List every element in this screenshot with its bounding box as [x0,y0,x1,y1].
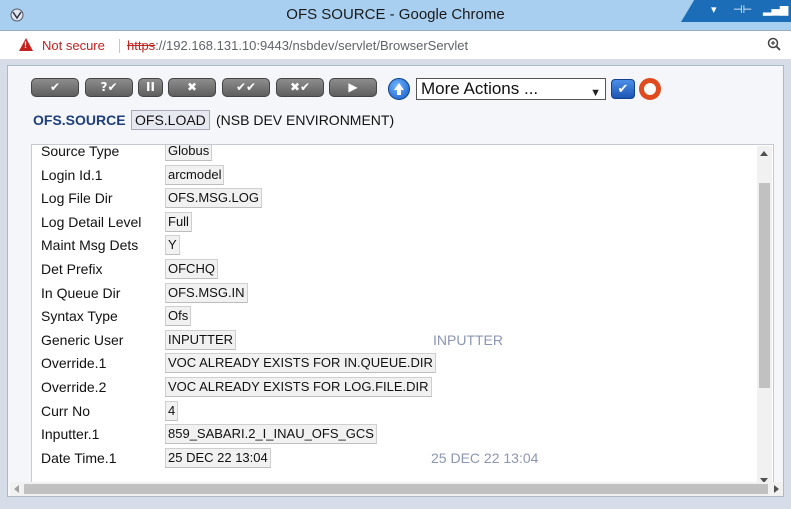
url-scheme: https [127,38,156,53]
system-tray: ▾ ⊣⊢ ▂▄▆ [681,0,791,22]
scroll-right-icon[interactable] [774,485,779,493]
field-value[interactable]: 4 [165,400,179,421]
field-value[interactable]: INPUTTER [165,329,236,350]
field-enrichment: INPUTTER [433,331,503,348]
help-lifebuoy-icon[interactable] [639,78,661,100]
field-row: Log File Dir OFS.MSG.LOG [32,187,752,209]
url-path: ://192.168.131.10:9443/nsbdev/servlet/Br… [155,38,469,53]
network-icon[interactable]: ⊣⊢ [733,3,752,16]
not-secure-label[interactable]: Not secure [42,38,105,53]
address-bar[interactable]: Not secure https://192.168.131.10:9443/n… [0,31,791,60]
delete-button[interactable]: ✖ [168,78,216,97]
validate-button[interactable]: ?✔ [85,78,133,97]
field-value[interactable]: Y [165,235,180,256]
field-row: Det Prefix OFCHQ [32,258,752,280]
scrollbar-thumb[interactable] [759,183,770,388]
field-row: Inputter.1 859_SABARI.2_I_INAU_OFS_GCS [32,423,752,445]
field-row: Override.1 VOC ALREADY EXISTS FOR IN.QUEU… [32,352,752,374]
field-row: In Queue Dir OFS.MSG.IN [32,282,752,304]
address-separator [119,39,120,53]
field-label: Generic User [41,331,124,348]
application-name: OFS.SOURCE [33,112,126,128]
field-row: Login Id.1 arcmodel [32,164,752,186]
commit-button[interactable]: ✔ [31,78,79,97]
field-label: In Queue Dir [41,284,121,301]
signal-icon[interactable]: ▂▄▆ [763,3,788,16]
url-text[interactable]: https://192.168.131.10:9443/nsbdev/servl… [127,38,468,53]
field-row: Generic User INPUTTER INPUTTER [32,329,752,351]
page-content: ✔ ?✔ II ✖ ✔✔ ✖✔ ▶ More Actions ... ▼ ✔ O… [0,60,791,509]
field-value[interactable]: Globus [165,145,213,161]
zoom-icon[interactable] [767,37,781,51]
horizontal-scrollbar[interactable] [10,482,783,496]
field-list: Date Time.1 25 DEC 22 13:04 25 DEC 22 13:0… [31,144,774,490]
scroll-up-icon[interactable] [760,151,768,156]
field-row: Source Type Globus [32,144,752,162]
field-value[interactable]: VOC ALREADY EXISTS FOR LOG.FILE.DIR [165,377,432,397]
field-label: Det Prefix [41,261,103,277]
window-titlebar: OFS SOURCE - Google Chrome ▾ ⊣⊢ ▂▄▆ [0,0,791,31]
field-row: Log Detail Level Full [32,211,752,233]
more-actions-value: More Actions ... [421,79,539,98]
warning-icon[interactable] [19,38,33,51]
horizontal-scrollbar-thumb[interactable] [24,484,768,494]
chevron-down-icon[interactable]: ▾ [711,3,717,16]
field-label: Curr No [41,402,91,419]
field-value[interactable]: VOC ALREADY EXISTS FOR IN.QUEUE.DIR [165,353,436,374]
field-row: Maint Msg Dets Y [32,234,752,256]
window-title: OFS SOURCE - Google Chrome [286,6,505,23]
field-row: Date Time.1 25 DEC 22 13:04 25 DEC 22 13:0… [32,447,752,469]
chevron-down-icon: ▼ [590,87,601,99]
field-label: Source Type [41,144,120,159]
transaction-frame: ✔ ?✔ II ✖ ✔✔ ✖✔ ▶ More Actions ... ▼ ✔ O… [7,65,784,497]
field-value[interactable]: Full [165,211,192,232]
go-button[interactable]: ✔ [611,79,635,99]
field-label: Date Time.1 [41,449,117,466]
field-value[interactable]: arcmodel [165,164,225,185]
field-enrichment: 25 DEC 22 13:04 [431,449,539,466]
field-value[interactable]: 25 DEC 22 13:04 [165,447,271,468]
hold-button[interactable]: II [138,78,163,97]
environment-label: (NSB DEV ENVIRONMENT) [216,112,395,128]
field-label: Maint Msg Dets [41,237,139,254]
vertical-scrollbar[interactable] [757,146,772,488]
field-label: Syntax Type [41,308,118,325]
field-value[interactable]: Ofs [165,306,192,327]
field-row: Curr No 4 [32,400,752,422]
field-value[interactable]: 859_SABARI.2_I_INAU_OFS_GCS [165,424,377,445]
reverse-button[interactable]: ✖✔ [276,78,324,97]
field-label: Override.1 [41,355,107,372]
field-label: Override.2 [41,379,107,395]
field-value[interactable]: OFS.MSG.IN [165,282,248,303]
record-id[interactable]: OFS.LOAD [131,110,210,130]
up-arrow-icon[interactable] [388,78,410,100]
scroll-left-icon[interactable] [14,485,19,493]
field-value[interactable]: OFS.MSG.LOG [165,188,263,209]
field-value[interactable]: OFCHQ [165,259,218,279]
field-label: Login Id.1 [41,166,103,183]
more-actions-select[interactable]: More Actions ... ▼ [416,78,606,100]
field-label: Log Detail Level [41,213,142,230]
field-row: Override.2 VOC ALREADY EXISTS FOR LOG.FIL… [32,376,752,398]
authorise-button[interactable]: ✔✔ [222,78,270,97]
field-row: Syntax Type Ofs [32,305,752,327]
field-label: Inputter.1 [41,426,100,443]
field-label: Log File Dir [41,190,113,207]
next-button[interactable]: ▶ [329,78,377,97]
